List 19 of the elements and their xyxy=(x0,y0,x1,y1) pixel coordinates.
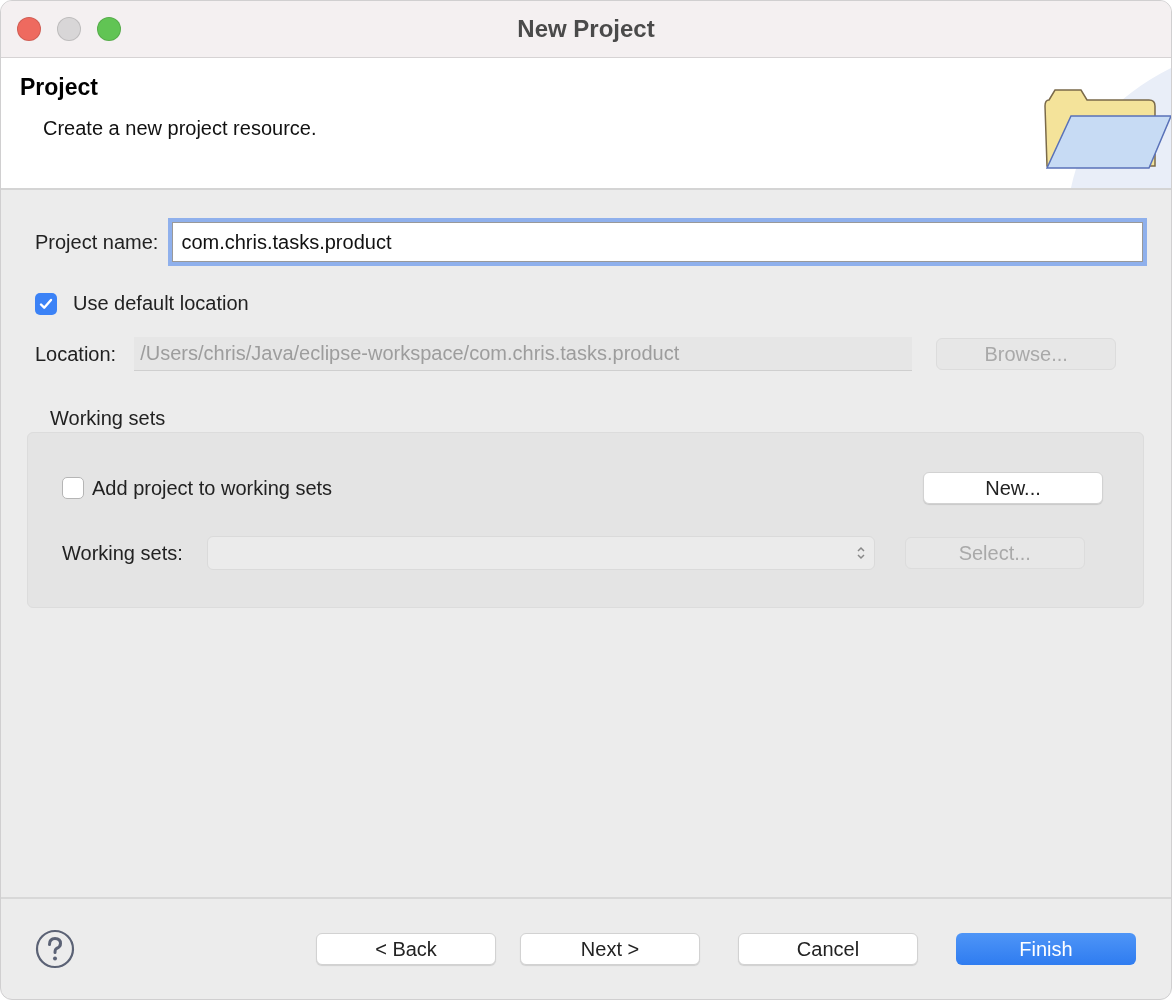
project-name-input[interactable]: com.chris.tasks.product xyxy=(172,222,1143,262)
page-title: Project xyxy=(20,74,99,101)
group-title: Working sets xyxy=(50,407,167,430)
page-description: Create a new project resource. xyxy=(42,117,317,140)
minimize-icon[interactable] xyxy=(57,17,81,41)
add-to-working-sets-checkbox[interactable]: Add project to working sets xyxy=(62,476,333,500)
footer-button[interactable]: Cancel xyxy=(738,933,918,965)
field-label: Project name: xyxy=(35,230,159,254)
footer-button[interactable]: Next > xyxy=(520,933,700,965)
field-label: Working sets: xyxy=(62,541,183,565)
window-title: New Project xyxy=(517,15,655,43)
chevron-updown-icon xyxy=(855,545,866,561)
footer-button[interactable]: < Back xyxy=(316,933,496,965)
help-icon[interactable] xyxy=(35,929,75,969)
field-label: Location: xyxy=(35,342,117,366)
close-icon[interactable] xyxy=(17,17,41,41)
new-button[interactable]: New... xyxy=(923,472,1103,504)
use-default-location-checkbox[interactable]: Use default location xyxy=(35,292,249,315)
zoom-icon[interactable] xyxy=(97,17,121,41)
